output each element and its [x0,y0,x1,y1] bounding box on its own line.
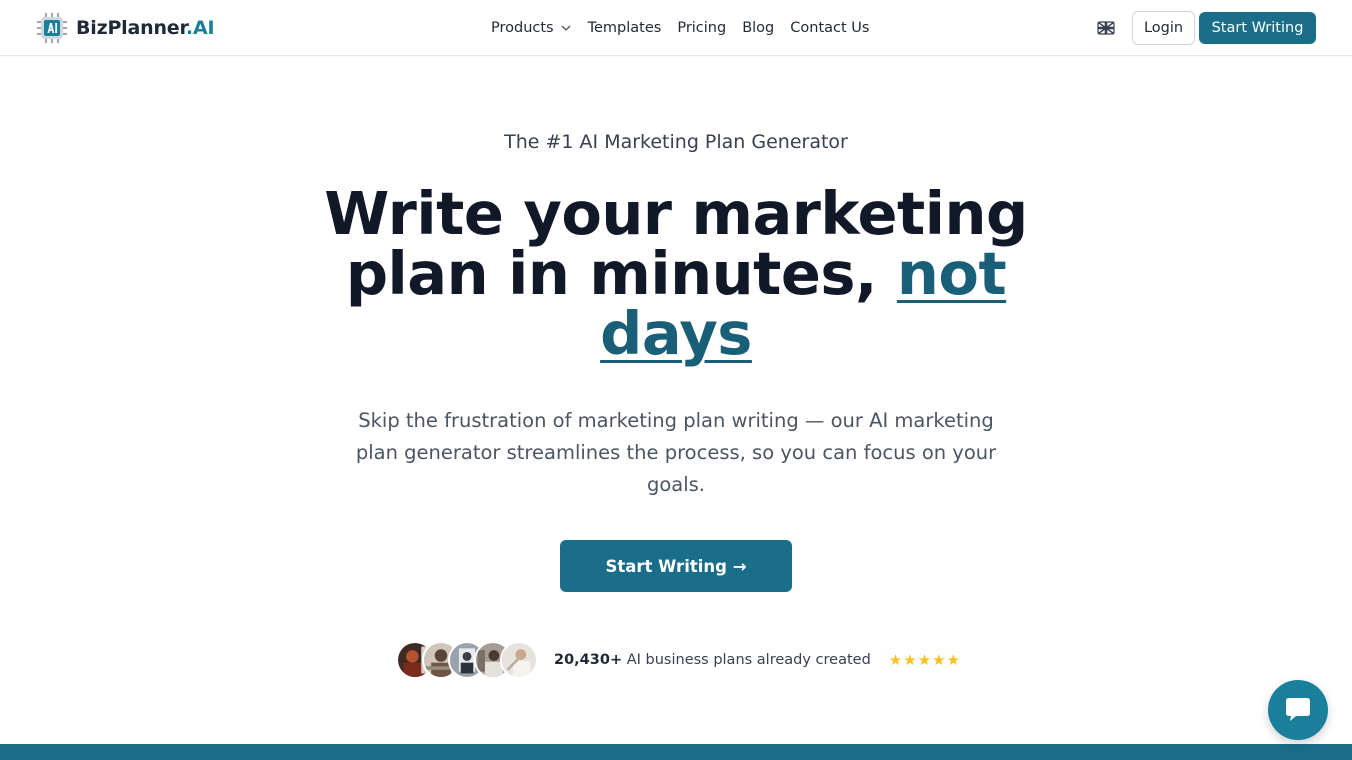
top-navbar: BizPlanner.AI Products Templates Pricing… [0,0,1352,56]
star-icon: ★ [903,650,917,669]
hero-headline: Write your marketing plan in minutes, no… [276,184,1076,364]
nav-item-templates[interactable]: Templates [588,20,662,36]
chip-ai-icon [37,13,67,43]
star-icon: ★ [932,650,946,669]
nav-item-contact[interactable]: Contact Us [790,20,869,36]
star-icon: ★ [888,650,903,669]
star-icon: ★ [946,650,961,669]
avatar-stack [396,641,538,679]
login-button[interactable]: Login [1132,11,1195,45]
nav-item-label: Templates [587,20,662,36]
next-section-band [0,744,1352,760]
chat-widget-button[interactable] [1268,680,1328,740]
plans-label: AI business plans already created [622,652,871,668]
chat-bubble-icon [1286,698,1310,721]
start-writing-nav-button[interactable]: Start Writing [1199,12,1316,44]
nav-item-label: Blog [742,20,775,36]
chevron-down-icon [561,25,571,31]
rating-stars: ★ ★ ★ ★ ★ [888,650,961,669]
nav-item-label: Products [491,20,554,36]
main-menu: Products Templates Pricing Blog Contact … [491,0,885,56]
nav-item-products[interactable]: Products [491,20,572,36]
nav-item-label: Pricing [677,20,727,36]
brand-name: BizPlanner.AI [76,17,215,39]
plans-created-text: 20,430+ AI business plans already create… [554,652,871,668]
brand-logo-link[interactable]: BizPlanner.AI [36,12,215,44]
social-proof: 20,430+ AI business plans already create… [396,640,960,680]
hero-eyebrow: The #1 AI Marketing Plan Generator [504,131,848,153]
hero-subtext: Skip the frustration of marketing plan w… [355,409,997,496]
nav-item-pricing[interactable]: Pricing [677,20,726,36]
nav-item-blog[interactable]: Blog [742,20,774,36]
star-icon: ★ [917,650,932,669]
start-writing-cta-button[interactable]: Start Writing → [560,540,792,592]
plans-count: 20,430+ [554,652,623,668]
nav-item-label: Contact Us [790,20,870,36]
avatar [500,641,538,679]
uk-flag-icon[interactable] [1097,19,1115,37]
